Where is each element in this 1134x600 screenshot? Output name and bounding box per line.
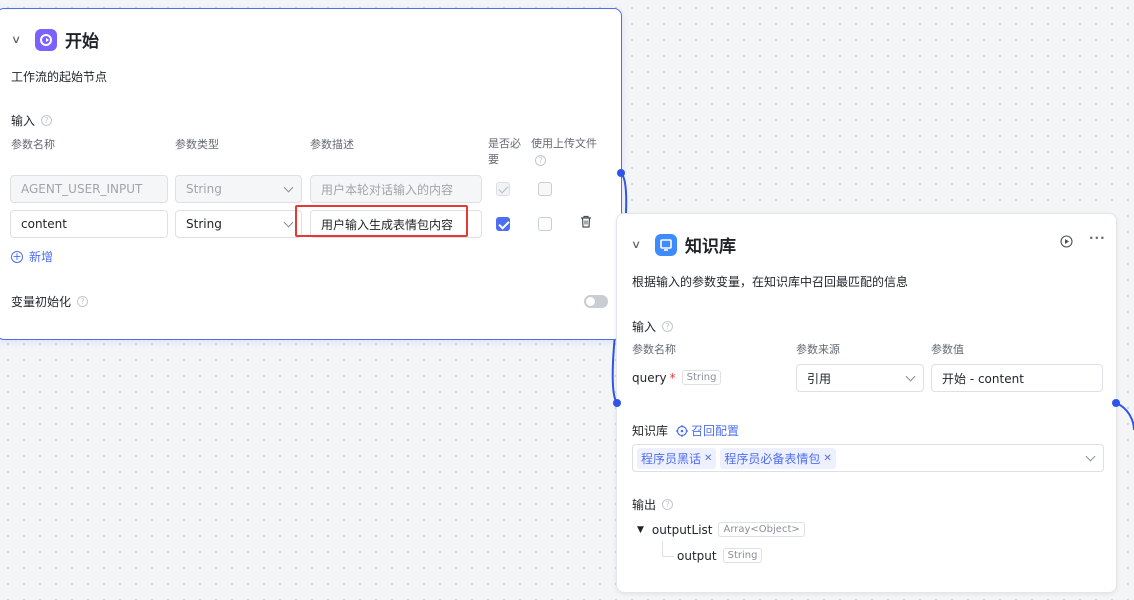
var-init-label: 变量初始化? xyxy=(11,293,89,310)
param-source-select[interactable]: 引用 xyxy=(796,364,924,392)
output-name: output xyxy=(677,548,717,563)
kb-node-title: 知识库 xyxy=(685,237,736,257)
edge-kb-out xyxy=(1115,402,1134,431)
collapse-chevron-icon[interactable]: ∨ xyxy=(11,33,29,46)
output-port[interactable] xyxy=(617,169,625,177)
start-node-header: ∨ 开始 xyxy=(11,27,99,52)
var-init-toggle[interactable] xyxy=(584,295,608,308)
type-tag: String xyxy=(681,370,722,385)
help-icon[interactable]: ? xyxy=(41,115,53,126)
kb-output-label: 输出? xyxy=(632,496,674,513)
param-name: query xyxy=(632,370,667,385)
param-name-input: AGENT_USER_INPUT xyxy=(10,175,168,203)
chevron-down-icon xyxy=(283,182,294,193)
kb-input-label: 输入? xyxy=(632,318,674,335)
output-name: outputList xyxy=(651,522,713,537)
help-icon[interactable]: ? xyxy=(535,155,546,166)
start-icon xyxy=(35,28,57,51)
kb-multiselect[interactable]: 程序员黑话 ✕ 程序员必备表情包 ✕ xyxy=(632,444,1104,472)
output-tree-item[interactable]: ▼ outputList Array<Object> xyxy=(637,522,805,537)
start-node-title: 开始 xyxy=(65,32,99,52)
chevron-down-icon xyxy=(1085,451,1096,462)
kb-node-header: ∨ 知识库 xyxy=(631,232,736,257)
col-param-value: 参数值 xyxy=(931,343,964,356)
run-icon[interactable] xyxy=(1060,235,1073,251)
target-icon xyxy=(676,424,688,437)
param-type-select[interactable]: String xyxy=(175,210,302,238)
knowledge-base-icon xyxy=(655,233,677,256)
required-mark: * xyxy=(669,370,676,385)
help-icon[interactable]: ? xyxy=(77,296,89,307)
output-port[interactable] xyxy=(1112,399,1120,407)
plus-circle-icon: + xyxy=(11,249,23,263)
add-param-button[interactable]: + 新增 xyxy=(11,248,53,265)
start-node-description: 工作流的起始节点 xyxy=(11,70,108,84)
output-tree-item: output String xyxy=(677,548,763,563)
param-desc-input: 用户本轮对话输入的内容 xyxy=(310,175,482,203)
type-tag: String xyxy=(722,548,763,563)
kb-label: 知识库 xyxy=(632,424,669,438)
type-tag: Array<Object> xyxy=(718,522,805,537)
close-icon[interactable]: ✕ xyxy=(704,453,712,464)
col-param-name: 参数名称 xyxy=(632,343,676,356)
collapse-chevron-icon[interactable]: ∨ xyxy=(631,238,649,251)
chevron-down-icon xyxy=(905,371,916,382)
start-node[interactable]: ∨ 开始 工作流的起始节点 输入? 参数名称 参数类型 参数描述 是否必要 使用… xyxy=(0,8,622,340)
param-name-input[interactable]: content xyxy=(10,210,168,238)
kb-chip[interactable]: 程序员必备表情包 ✕ xyxy=(720,447,836,469)
col-param-source: 参数来源 xyxy=(796,343,840,356)
param-type-select: String xyxy=(175,175,302,203)
kb-chip[interactable]: 程序员黑话 ✕ xyxy=(637,447,717,469)
caret-down-icon[interactable]: ▼ xyxy=(637,525,644,535)
upload-checkbox[interactable] xyxy=(538,217,552,231)
start-input-label: 输入? xyxy=(11,112,53,129)
recall-config-button[interactable]: 召回配置 xyxy=(676,422,739,439)
knowledge-base-node[interactable]: ∨ 知识库 ··· 根据输入的参数变量，在知识库中召回最匹配的信息 输入? 参数… xyxy=(616,213,1117,593)
col-param-desc: 参数描述 xyxy=(310,138,354,151)
chevron-down-icon xyxy=(283,217,294,228)
help-icon[interactable]: ? xyxy=(662,499,674,510)
close-icon[interactable]: ✕ xyxy=(823,453,831,464)
kb-node-description: 根据输入的参数变量，在知识库中召回最匹配的信息 xyxy=(632,275,909,289)
input-port[interactable] xyxy=(613,399,621,407)
param-value-input[interactable]: 开始 - content xyxy=(931,364,1103,392)
col-param-name: 参数名称 xyxy=(11,138,55,151)
delete-icon[interactable] xyxy=(580,215,592,231)
col-param-type: 参数类型 xyxy=(175,138,219,151)
col-upload: 使用上传文件? xyxy=(531,137,597,166)
col-required: 是否必要 xyxy=(488,137,521,166)
required-checkbox[interactable] xyxy=(496,217,510,231)
more-icon[interactable]: ··· xyxy=(1089,231,1106,245)
query-param: query * String xyxy=(632,370,722,385)
help-icon[interactable]: ? xyxy=(662,321,674,332)
upload-checkbox xyxy=(538,182,552,196)
tree-connector xyxy=(662,541,674,557)
required-checkbox xyxy=(496,182,510,196)
highlight-annotation-box xyxy=(295,205,468,237)
